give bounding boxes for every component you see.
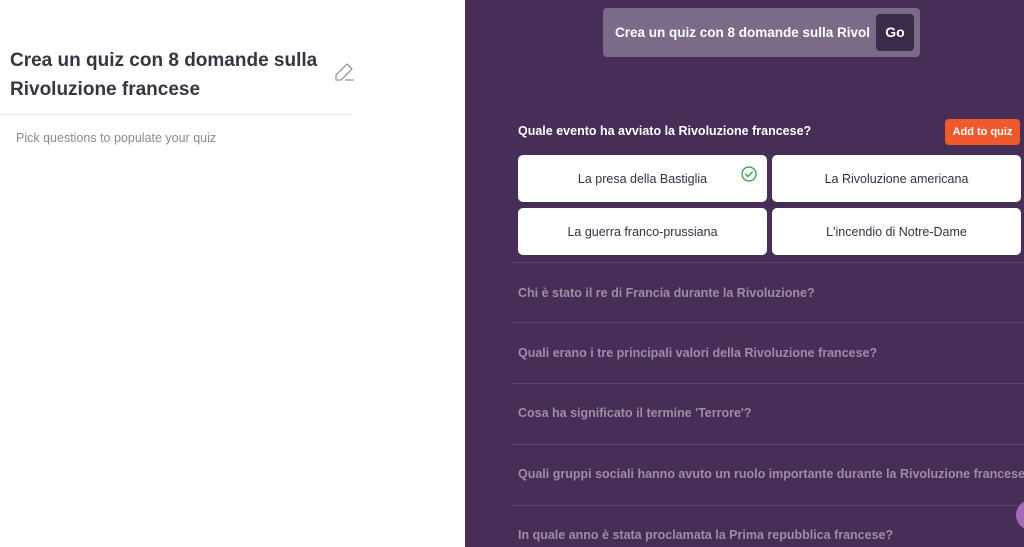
- answer-option-label: La Rivoluzione americana: [824, 171, 969, 186]
- question-divider: [512, 383, 1024, 384]
- answer-option-4[interactable]: L'incendio di Notre-Dame: [772, 208, 1021, 255]
- add-to-quiz-button[interactable]: Add to quiz: [945, 119, 1020, 145]
- empty-quiz-hint: Pick questions to populate your quiz: [16, 131, 217, 145]
- pencil-icon: [335, 63, 354, 81]
- question-divider: [512, 262, 1024, 263]
- quiz-title: Crea un quiz con 8 domande sulla Rivoluz…: [10, 50, 318, 100]
- active-question-text: Quale evento ha avviato la Rivoluzione f…: [518, 124, 812, 138]
- answer-option-1[interactable]: La presa della Bastiglia: [518, 155, 767, 202]
- check-circle-icon: [741, 166, 757, 182]
- quiz-editor-panel: Crea un quiz con 8 domande sulla Rivoluz…: [0, 0, 465, 547]
- title-divider: [0, 114, 352, 115]
- answer-option-3[interactable]: La guerra franco-prussiana: [518, 208, 767, 255]
- question-item[interactable]: Cosa ha significato il termine 'Terrore'…: [518, 406, 752, 420]
- question-item[interactable]: Quali erano i tre principali valori dell…: [518, 346, 877, 360]
- prompt-input[interactable]: Crea un quiz con 8 domande sulla Rivoluz…: [615, 8, 870, 57]
- question-item[interactable]: Chi è stato il re di Francia durante la …: [518, 286, 815, 300]
- question-divider: [512, 322, 1024, 323]
- question-item[interactable]: Quali gruppi sociali hanno avuto un ruol…: [518, 467, 1024, 481]
- question-generator-panel: Crea un quiz con 8 domande sulla Rivoluz…: [465, 0, 1024, 547]
- question-divider: [512, 505, 1024, 506]
- answer-option-2[interactable]: La Rivoluzione americana: [772, 155, 1021, 202]
- edit-title-button[interactable]: [332, 60, 356, 84]
- question-divider: [512, 444, 1024, 445]
- go-button[interactable]: Go: [876, 14, 914, 51]
- answer-option-label: L'incendio di Notre-Dame: [826, 224, 967, 239]
- question-item[interactable]: In quale anno è stata proclamata la Prim…: [518, 528, 893, 542]
- answer-option-label: La guerra franco-prussiana: [567, 224, 718, 239]
- answer-option-label: La presa della Bastiglia: [577, 171, 708, 186]
- prompt-bar: Crea un quiz con 8 domande sulla Rivoluz…: [603, 8, 920, 57]
